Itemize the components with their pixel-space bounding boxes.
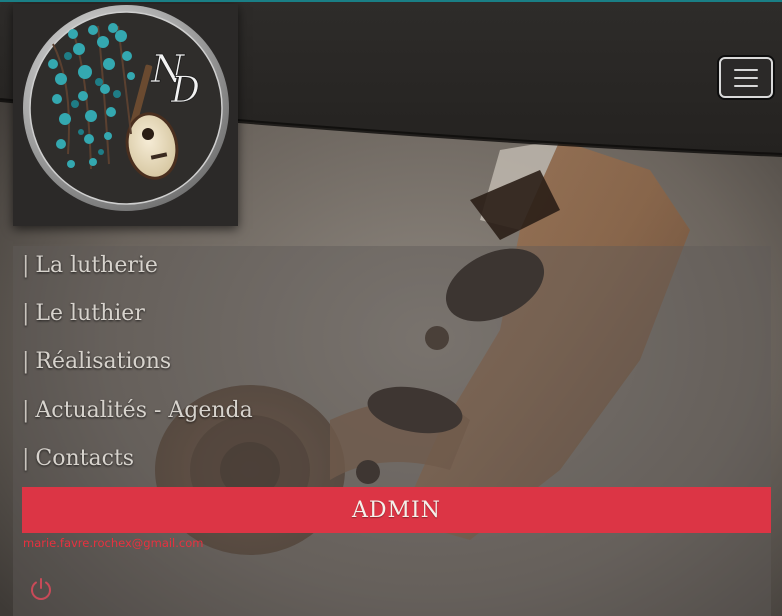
nav-item-le-luthier[interactable]: | Le luthier: [22, 301, 145, 341]
nav-separator: |: [22, 349, 30, 374]
nav-item-label: Réalisations: [35, 349, 172, 374]
hamburger-icon: [734, 69, 758, 71]
nav-item-la-lutherie[interactable]: | La lutherie: [22, 253, 158, 293]
nav-item-label: Le luthier: [35, 301, 145, 326]
admin-email-link[interactable]: marie.favre.rochex@gmail.com: [23, 536, 203, 550]
nav-item-realisations[interactable]: | Réalisations: [22, 349, 171, 389]
hamburger-icon: [734, 85, 758, 87]
nav-panel: | La lutherie | Le luthier | Réalisations |…: [13, 246, 771, 616]
nav-item-actualites-agenda[interactable]: | Actualités - Agenda: [22, 398, 253, 438]
site-logo[interactable]: N D: [13, 4, 238, 226]
hamburger-icon: [734, 77, 758, 79]
top-accent-line: [0, 0, 782, 2]
nav-item-label: Contacts: [35, 446, 135, 471]
menu-toggle-button[interactable]: [719, 57, 773, 98]
nav-item-contacts[interactable]: | Contacts: [22, 446, 134, 486]
monogram-letter-d: D: [170, 70, 200, 111]
nav-separator: |: [22, 301, 30, 326]
admin-button[interactable]: ADMIN: [22, 487, 771, 533]
nav-item-label: La lutherie: [35, 253, 158, 278]
nav-separator: |: [22, 398, 30, 423]
nav-separator: |: [22, 446, 30, 471]
power-icon[interactable]: [28, 576, 54, 602]
nav-item-label: Actualités - Agenda: [35, 398, 253, 423]
nav-separator: |: [22, 253, 30, 278]
